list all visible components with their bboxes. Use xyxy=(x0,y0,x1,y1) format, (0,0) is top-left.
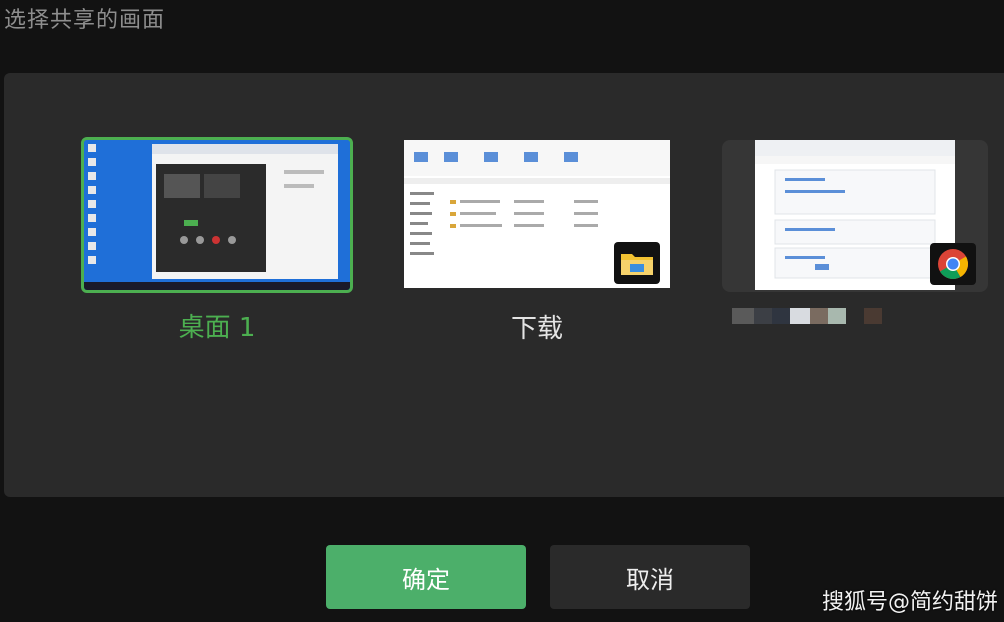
chrome-icon xyxy=(930,243,976,285)
chrome-thumbnail xyxy=(755,140,955,290)
dialog-title: 选择共享的画面 xyxy=(4,8,166,33)
source-card-chrome[interactable] xyxy=(722,140,992,324)
desktop-thumbnail xyxy=(81,137,353,293)
source-card-desktop[interactable]: 桌面 1 xyxy=(81,137,353,343)
watermark: 搜狐号@简约甜饼 xyxy=(821,590,998,615)
downloads-thumbnail xyxy=(404,140,670,288)
folder-icon xyxy=(614,242,660,284)
source-card-downloads[interactable]: 下载 xyxy=(404,140,672,344)
confirm-button[interactable]: 确定 xyxy=(326,545,526,609)
cancel-button[interactable]: 取消 xyxy=(550,545,750,609)
source-label-downloads: 下载 xyxy=(510,314,563,344)
source-label-desktop: 桌面 1 xyxy=(178,313,256,343)
source-label-obscured xyxy=(732,308,892,342)
